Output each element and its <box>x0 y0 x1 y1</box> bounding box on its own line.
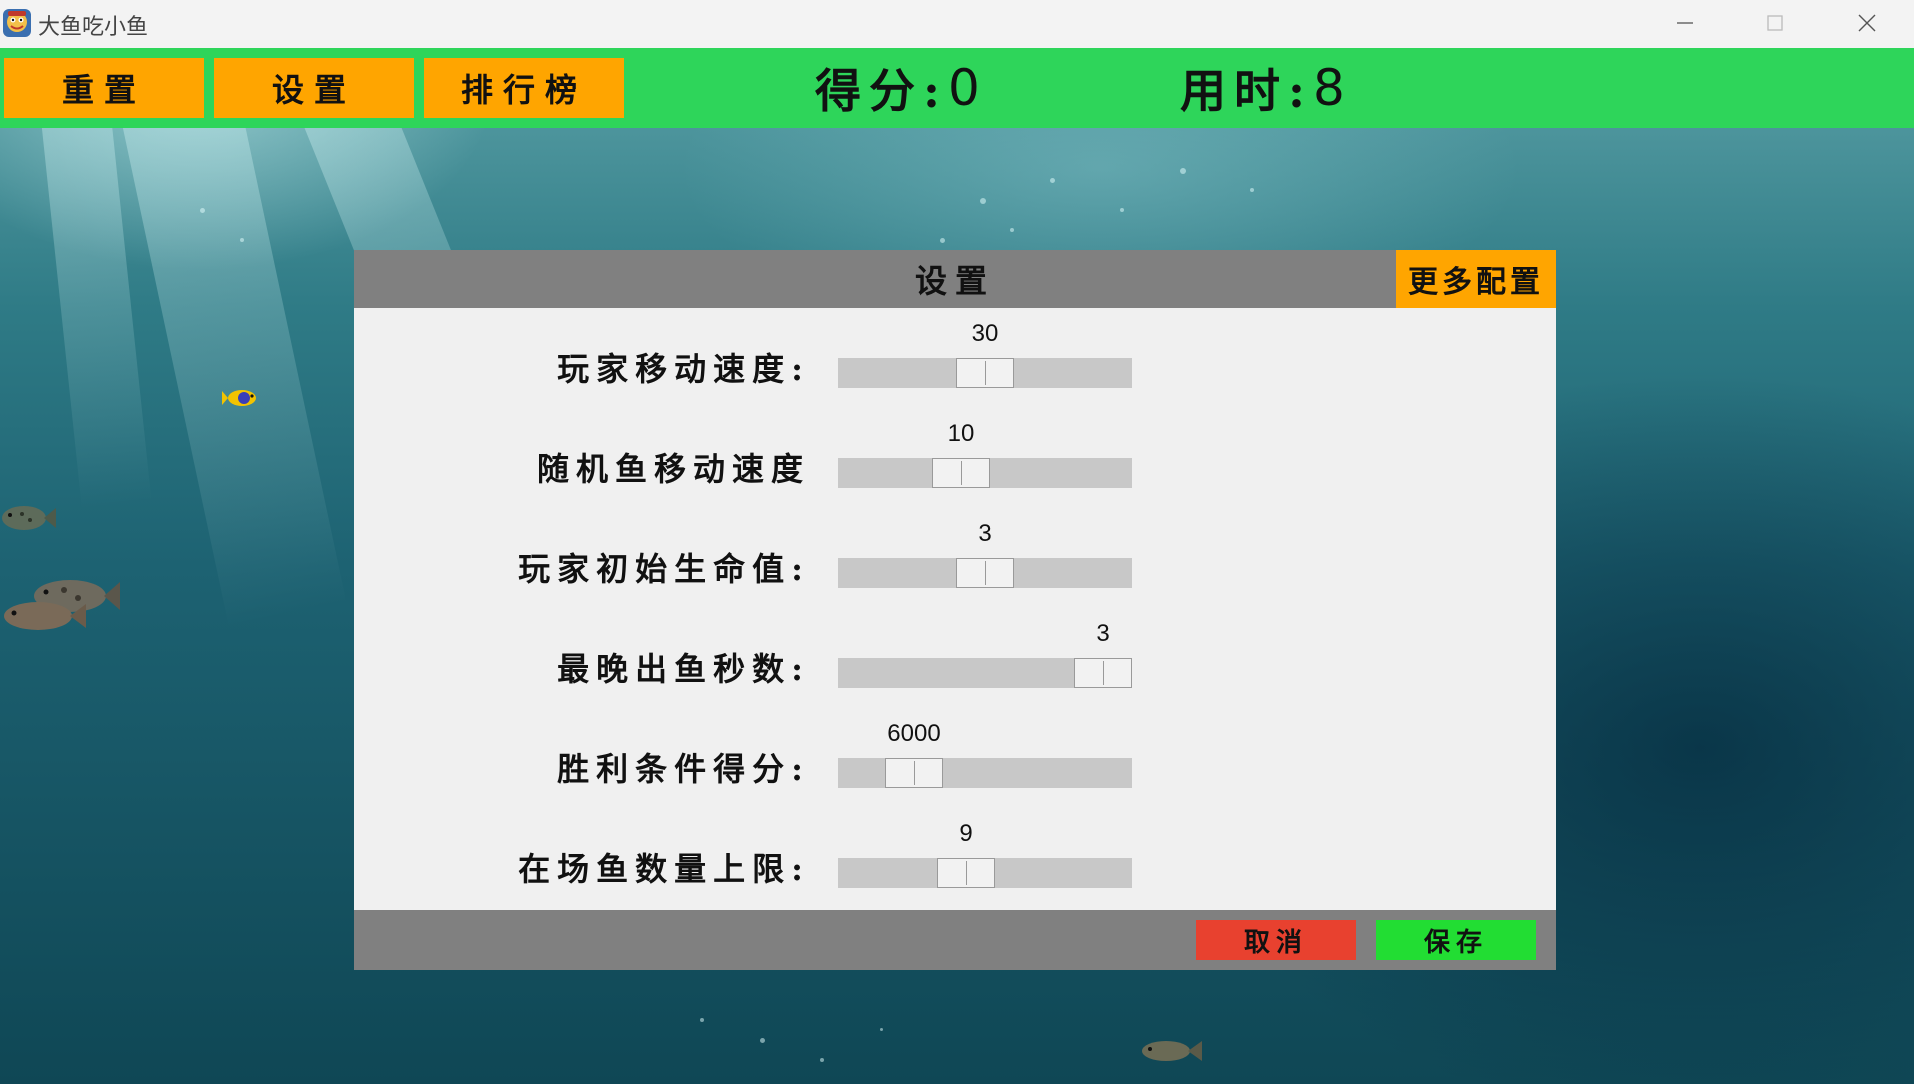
maximize-button[interactable] <box>1730 0 1820 46</box>
score-value: 0 <box>947 59 980 117</box>
time-label: 用时: <box>1180 64 1313 118</box>
close-button[interactable] <box>1822 0 1912 46</box>
fish-app-icon <box>3 9 31 37</box>
leaderboard-button[interactable]: 排行榜 <box>424 58 624 118</box>
title-bar: 大鱼吃小鱼 <box>0 0 1914 49</box>
minimize-icon <box>1677 22 1693 24</box>
setting-label: 玩家移动速度: <box>557 350 810 388</box>
cancel-button[interactable]: 取消 <box>1196 920 1356 960</box>
setting-label: 随机鱼移动速度 <box>536 450 810 488</box>
slider-thumb[interactable] <box>937 858 995 888</box>
setting-label: 胜利条件得分: <box>557 750 810 788</box>
save-button[interactable]: 保存 <box>1376 920 1536 960</box>
game-window: 大鱼吃小鱼 重置 设置 排行榜 得分: 0 用时: 8 设置 更多配置 玩家移动… <box>0 0 1914 1084</box>
latest-fish-seconds-slider[interactable]: 3 <box>838 620 1132 688</box>
settings-dialog: 设置 更多配置 玩家移动速度: 30 随机鱼移动速度 10 玩家初始生命值: 3 <box>354 250 1556 970</box>
settings-button[interactable]: 设置 <box>214 58 414 118</box>
time-display: 用时: 8 <box>1180 58 1345 118</box>
minimize-button[interactable] <box>1640 0 1730 46</box>
window-title: 大鱼吃小鱼 <box>38 15 149 40</box>
win-score-slider[interactable]: 6000 <box>838 720 1132 788</box>
setting-row-max-fish-count: 在场鱼数量上限: 9 <box>354 810 1556 910</box>
slider-value: 6000 <box>887 720 941 747</box>
dialog-title: 设置 <box>914 262 995 300</box>
setting-row-latest-fish-seconds: 最晚出鱼秒数: 3 <box>354 610 1556 710</box>
time-value: 8 <box>1312 59 1345 117</box>
grouper-fish <box>4 580 120 630</box>
small-fish <box>1142 1041 1202 1061</box>
slider-thumb[interactable] <box>932 458 990 488</box>
player-speed-slider[interactable]: 30 <box>838 320 1132 388</box>
slider-value: 3 <box>1096 620 1110 647</box>
dialog-footer: 取消 保存 <box>354 910 1556 970</box>
close-icon <box>1858 14 1876 32</box>
setting-row-random-fish-speed: 随机鱼移动速度 10 <box>354 410 1556 510</box>
slider-value: 10 <box>947 420 975 447</box>
setting-label: 最晚出鱼秒数: <box>557 650 810 688</box>
score-display: 得分: 0 <box>815 58 980 118</box>
reset-button[interactable]: 重置 <box>4 58 204 118</box>
setting-row-win-score: 胜利条件得分: 6000 <box>354 710 1556 810</box>
random-fish-speed-slider[interactable]: 10 <box>838 420 1132 488</box>
setting-row-player-initial-life: 玩家初始生命值: 3 <box>354 510 1556 610</box>
setting-row-player-speed: 玩家移动速度: 30 <box>354 310 1556 410</box>
slider-thumb[interactable] <box>885 758 943 788</box>
yellow-fish <box>222 390 256 406</box>
player-initial-life-slider[interactable]: 3 <box>838 520 1132 588</box>
slider-value: 3 <box>978 520 992 547</box>
slider-value: 30 <box>971 320 999 347</box>
slider-thumb[interactable] <box>956 358 1014 388</box>
setting-label: 在场鱼数量上限: <box>518 850 810 888</box>
more-config-button[interactable]: 更多配置 <box>1396 250 1556 308</box>
setting-label: 玩家初始生命值: <box>518 550 810 588</box>
slider-thumb[interactable] <box>956 558 1014 588</box>
top-toolbar: 重置 设置 排行榜 得分: 0 用时: 8 <box>0 48 1914 128</box>
max-fish-count-slider[interactable]: 9 <box>838 820 1132 888</box>
maximize-icon <box>1767 15 1783 31</box>
slider-thumb[interactable] <box>1074 658 1132 688</box>
grouper-fish <box>2 506 56 530</box>
dialog-header: 设置 更多配置 <box>354 250 1556 308</box>
score-label: 得分: <box>815 64 948 118</box>
slider-value: 9 <box>959 820 973 847</box>
